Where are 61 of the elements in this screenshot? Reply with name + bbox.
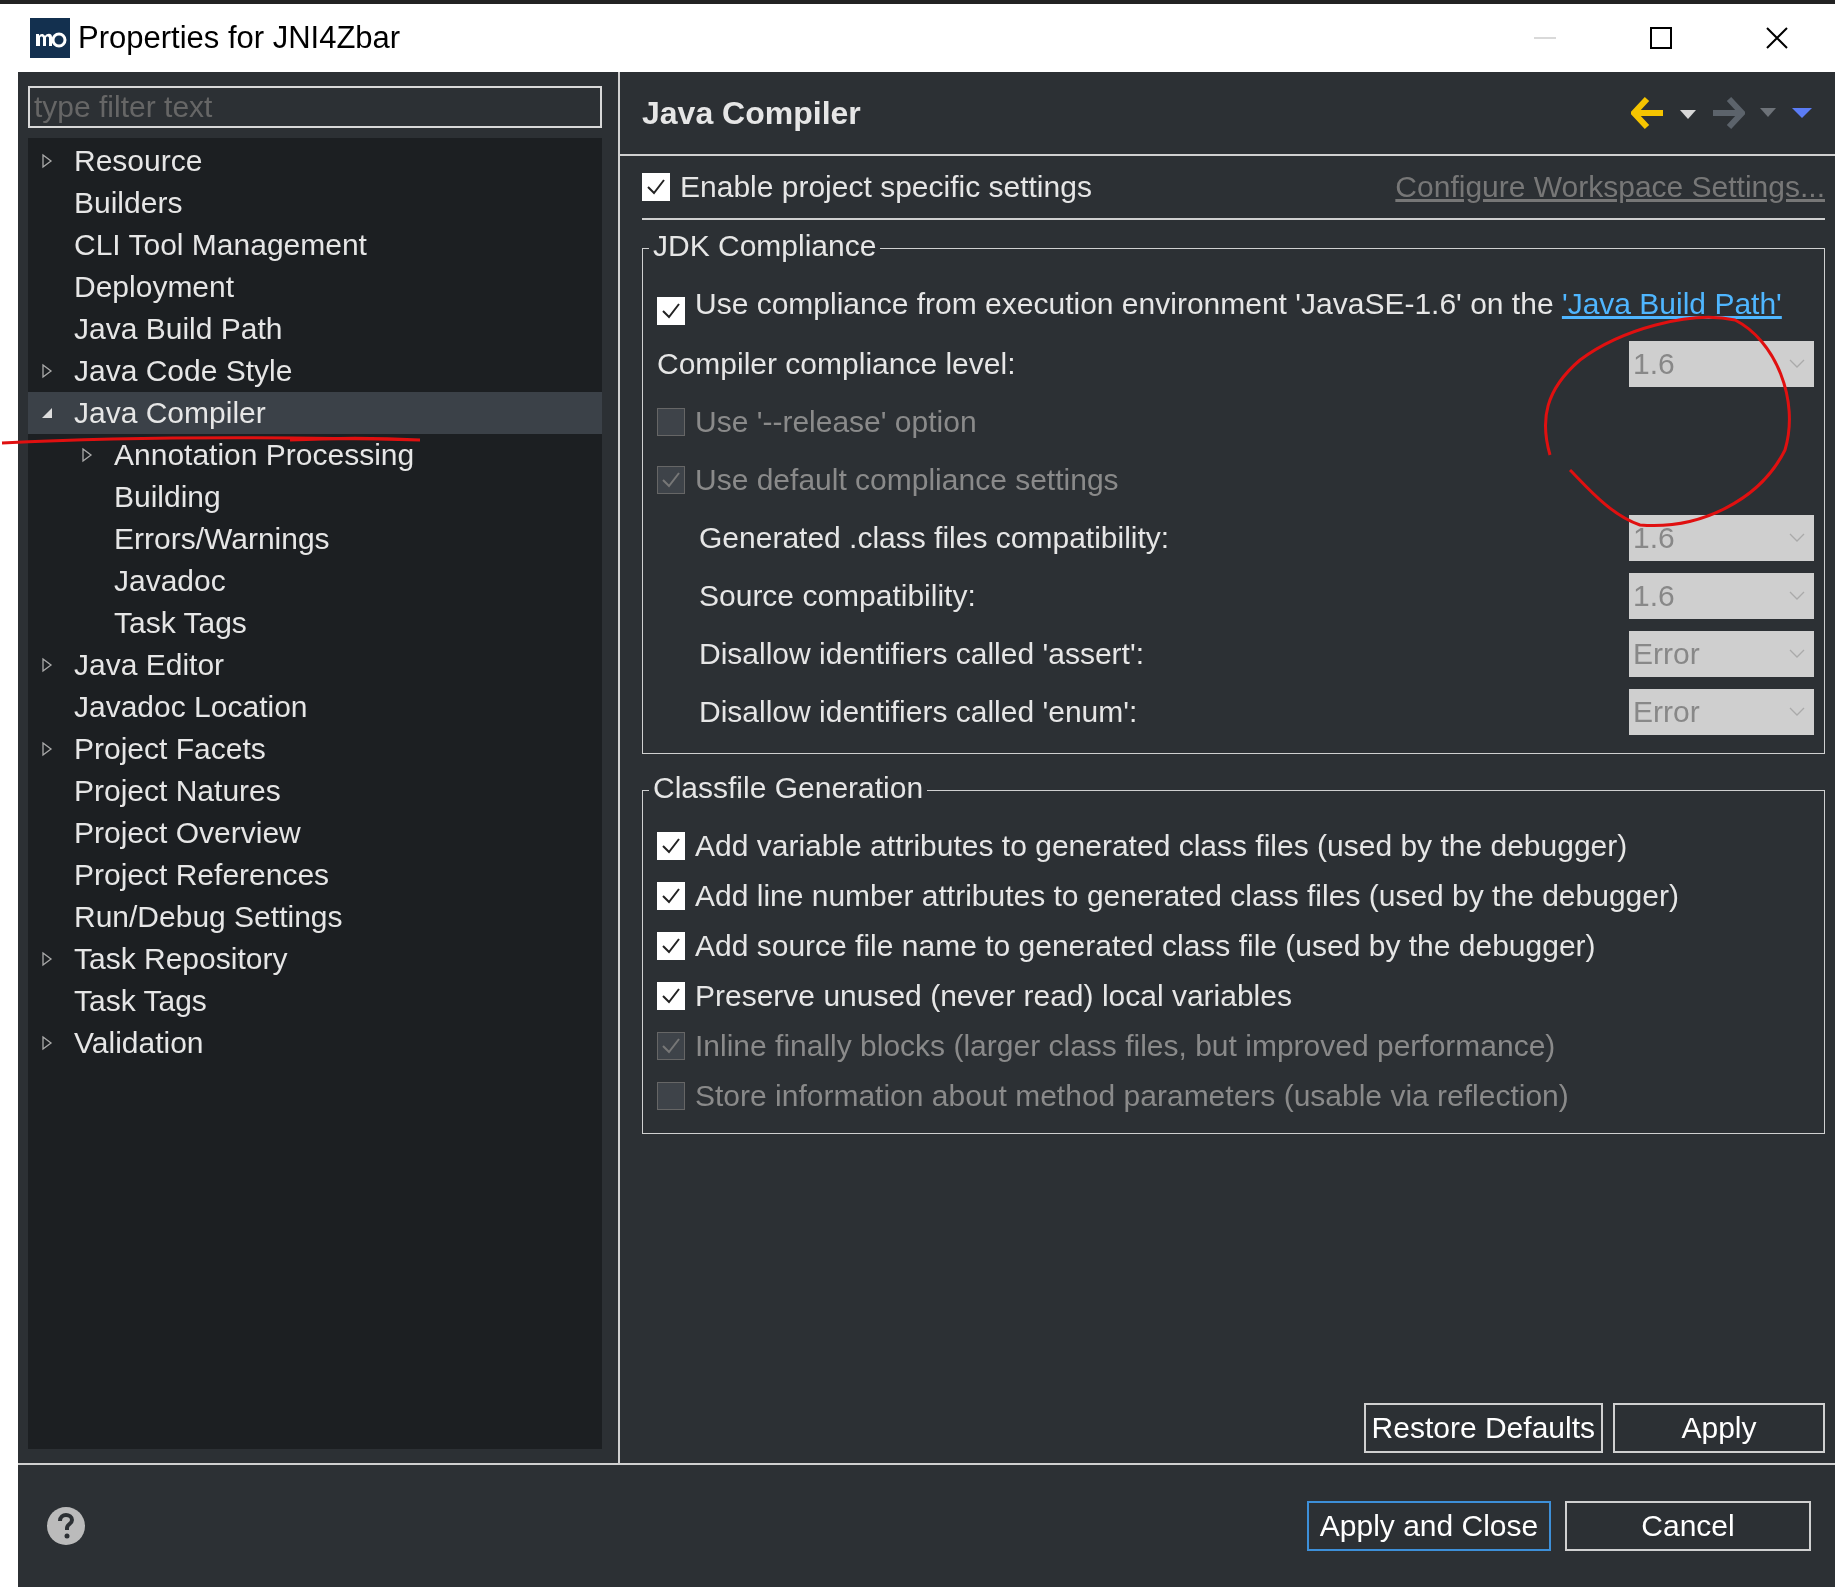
tree-item[interactable]: Deployment — [28, 266, 602, 308]
button[interactable]: Apply and Close — [1307, 1501, 1551, 1551]
tree-item[interactable]: Task Repository — [28, 938, 602, 980]
field-label: Source compatibility: — [699, 579, 976, 613]
tree-item[interactable]: Task Tags — [28, 980, 602, 1022]
tree-item[interactable]: Java Code Style — [28, 350, 602, 392]
checkbox[interactable]: Add source file name to generated class file (used by the debugger) — [657, 929, 1596, 963]
collapsed-icon[interactable] — [80, 447, 94, 463]
tree-item[interactable]: Building — [28, 476, 602, 518]
checkbox[interactable]: Add line number attributes to generated class files (used by the debugger) — [657, 879, 1679, 913]
collapsed-icon[interactable] — [40, 741, 54, 757]
field-label: Disallow identifiers called 'enum': — [699, 695, 1138, 729]
collapsed-icon[interactable] — [40, 1035, 54, 1051]
tree-item[interactable]: Project Facets — [28, 728, 602, 770]
back-arrow-icon[interactable] — [1631, 96, 1665, 130]
tree-item[interactable]: Javadoc Location — [28, 686, 602, 728]
tree-item[interactable]: Task Tags — [28, 602, 602, 644]
tree-item[interactable]: Builders — [28, 182, 602, 224]
chevron-icon — [1788, 358, 1806, 370]
window-title: Properties for JNI4Zbar — [78, 20, 401, 56]
checkbox[interactable]: Preserve unused (never read) local variables — [657, 979, 1292, 1013]
tree-item[interactable]: Project Natures — [28, 770, 602, 812]
tree-item[interactable]: Javadoc — [28, 560, 602, 602]
chevron-icon — [1788, 532, 1806, 544]
field-label: Compiler compliance level: — [657, 347, 1016, 381]
help-icon[interactable] — [46, 1506, 86, 1546]
checkbox-label: Use compliance from execution environment 'JavaSE-1.6' on the 'Java Build Path' — [695, 287, 1782, 321]
collapsed-icon[interactable] — [40, 153, 54, 169]
tree-item[interactable]: CLI Tool Management — [28, 224, 602, 266]
tree-item[interactable]: Run/Debug Settings — [28, 896, 602, 938]
close-icon — [1764, 25, 1790, 51]
tree-item[interactable]: Project References — [28, 854, 602, 896]
collapsed-icon[interactable] — [40, 657, 54, 673]
tree-item[interactable]: Java Compiler — [28, 392, 602, 434]
app-icon — [30, 18, 70, 58]
tree-item[interactable]: Java Build Path — [28, 308, 602, 350]
collapsed-icon[interactable] — [40, 951, 54, 967]
chevron-icon — [1788, 706, 1806, 718]
button[interactable]: Cancel — [1565, 1501, 1811, 1551]
project-settings-checkbox[interactable]: Enable project specific settings — [642, 170, 1092, 204]
filter-field[interactable]: type filter text — [28, 86, 602, 128]
tree-item[interactable]: Project Overview — [28, 812, 602, 854]
chevron-icon — [1788, 648, 1806, 660]
build-path-link[interactable]: 'Java Build Path' — [1561, 287, 1782, 320]
page-title: Java Compiler — [642, 94, 861, 132]
chevron-icon — [1788, 590, 1806, 602]
button[interactable]: Restore Defaults — [1363, 1403, 1603, 1453]
button[interactable]: Apply — [1613, 1403, 1825, 1453]
field-label: Generated .class files compatibility: — [699, 521, 1170, 555]
tree-item[interactable]: Errors/Warnings — [28, 518, 602, 560]
checkbox[interactable]: Add variable attributes to generated class files (used by the debugger) — [657, 829, 1628, 863]
tree-item[interactable]: Java Editor — [28, 644, 602, 686]
maximize-icon — [1648, 25, 1674, 51]
minimize-icon — [1532, 37, 1558, 39]
checkbox[interactable] — [657, 297, 685, 325]
field-label: Disallow identifiers called 'assert': — [699, 637, 1144, 671]
collapsed-icon[interactable] — [40, 363, 54, 379]
tree-item[interactable]: Validation — [28, 1022, 602, 1064]
menu-icon[interactable] — [1791, 106, 1813, 120]
tree-item[interactable]: Annotation Processing — [28, 434, 602, 476]
tree-item[interactable]: Resource — [28, 140, 602, 182]
